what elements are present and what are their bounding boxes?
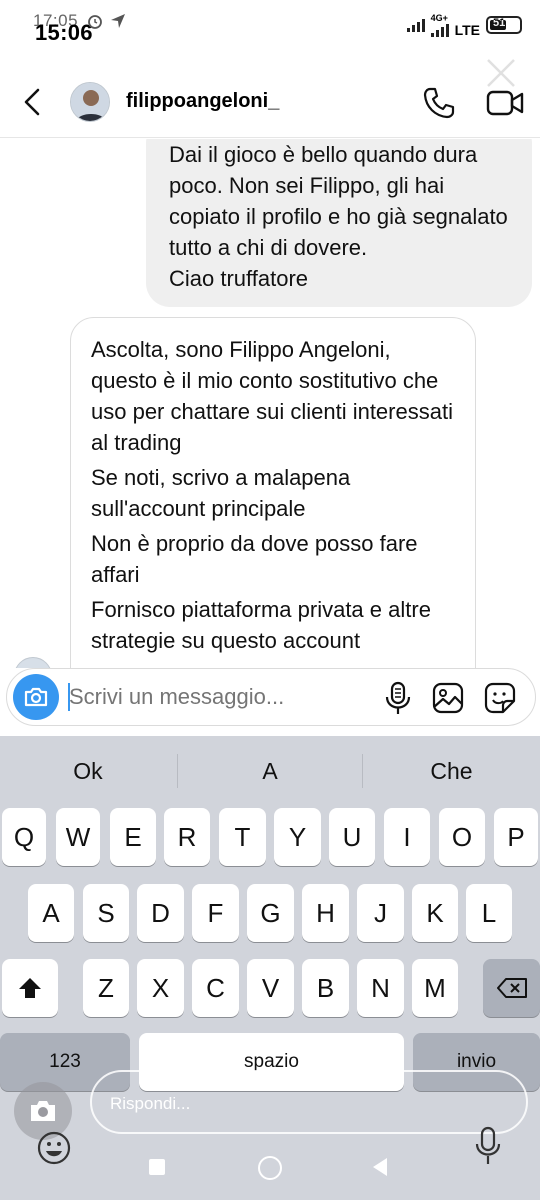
- key-m[interactable]: M: [412, 959, 458, 1017]
- shift-icon: [19, 978, 41, 998]
- system-nav-bar: [0, 1150, 540, 1186]
- chevron-left-icon: [24, 88, 40, 116]
- key-c[interactable]: C: [192, 959, 239, 1017]
- signal-icon: [406, 18, 425, 32]
- suggestion-ok[interactable]: Ok: [0, 736, 176, 806]
- key-g[interactable]: G: [247, 884, 294, 942]
- key-f[interactable]: F: [192, 884, 239, 942]
- chat-header: filippoangeloni_: [0, 68, 540, 138]
- camera-icon: [31, 1101, 55, 1121]
- back-button[interactable]: [14, 82, 50, 122]
- suggestion-a[interactable]: A: [178, 736, 362, 806]
- key-n[interactable]: N: [357, 959, 404, 1017]
- video-camera-icon[interactable]: [486, 88, 524, 118]
- key-p[interactable]: P: [494, 808, 538, 866]
- camera-icon: [24, 687, 48, 707]
- incoming-message: Ascolta, sono Filippo Angeloni, questo è…: [91, 337, 453, 455]
- incoming-message-bubble[interactable]: Ascolta, sono Filippo Angeloni, questo è…: [70, 317, 476, 668]
- outgoing-message: Dai il gioco è bello quando dura poco. N…: [169, 142, 508, 260]
- location-arrow-icon: [111, 14, 125, 28]
- key-o[interactable]: O: [439, 808, 485, 866]
- backspace-icon: [496, 978, 527, 998]
- incoming-message: Fornisco piattaforma privata e altre str…: [91, 597, 431, 653]
- key-x[interactable]: X: [137, 959, 184, 1017]
- gallery-icon[interactable]: [431, 681, 465, 715]
- outgoing-message-bubble[interactable]: Dai il gioco è bello quando dura poco. N…: [146, 139, 532, 307]
- lte-label: LTE: [454, 22, 480, 38]
- suggestion-bar: Ok A Che: [0, 736, 540, 806]
- key-t[interactable]: T: [219, 808, 266, 866]
- avatar[interactable]: [70, 82, 110, 122]
- key-z[interactable]: Z: [83, 959, 129, 1017]
- key-w[interactable]: W: [56, 808, 100, 866]
- microphone-icon[interactable]: [383, 681, 413, 715]
- key-i[interactable]: I: [384, 808, 430, 866]
- key-v[interactable]: V: [247, 959, 294, 1017]
- camera-button[interactable]: [13, 674, 59, 720]
- incoming-message: Se noti, scrivo a malapena sull'account …: [91, 465, 351, 521]
- incoming-message: Non è proprio da dove posso fare affari: [91, 531, 418, 587]
- back-triangle-icon[interactable]: [370, 1156, 390, 1178]
- phone-icon[interactable]: [422, 86, 456, 120]
- key-u[interactable]: U: [329, 808, 375, 866]
- key-j[interactable]: J: [357, 884, 404, 942]
- battery-icon: 51: [486, 16, 522, 34]
- profile-photo-icon: [71, 83, 109, 121]
- key-b[interactable]: B: [302, 959, 349, 1017]
- key-d[interactable]: D: [137, 884, 184, 942]
- key-y[interactable]: Y: [274, 808, 321, 866]
- signal-strength-icon: [430, 23, 449, 37]
- sender-avatar[interactable]: [14, 657, 52, 668]
- key-h[interactable]: H: [302, 884, 349, 942]
- message-input[interactable]: [69, 681, 369, 713]
- status-time: 15:06: [35, 20, 93, 45]
- status-bar: 17:05 15:06 4G+ LTE 51: [0, 0, 540, 50]
- network-label: 4G+: [430, 13, 448, 23]
- key-a[interactable]: A: [28, 884, 74, 942]
- home-icon[interactable]: [258, 1156, 282, 1180]
- key-q[interactable]: Q: [2, 808, 46, 866]
- key-s[interactable]: S: [83, 884, 129, 942]
- alarm-icon: [88, 15, 102, 29]
- suggestion-che[interactable]: Che: [363, 736, 540, 806]
- shift-key[interactable]: [2, 959, 58, 1017]
- status-icons-left: [86, 12, 126, 30]
- username[interactable]: filippoangeloni_: [126, 90, 279, 113]
- status-icons-right: 4G+ LTE 51: [406, 12, 522, 38]
- key-k[interactable]: K: [412, 884, 458, 942]
- battery-level: 51: [493, 17, 506, 29]
- outgoing-message: Ciao truffatore: [169, 266, 309, 291]
- message-composer: [6, 668, 536, 726]
- recent-apps-icon[interactable]: [149, 1159, 165, 1175]
- reply-placeholder: Rispondi...: [110, 1094, 191, 1113]
- sticker-icon[interactable]: [483, 681, 517, 715]
- key-e[interactable]: E: [110, 808, 156, 866]
- key-r[interactable]: R: [164, 808, 210, 866]
- message-thread[interactable]: Dai il gioco è bello quando dura poco. N…: [0, 139, 540, 668]
- backspace-key[interactable]: [483, 959, 540, 1017]
- key-l[interactable]: L: [466, 884, 512, 942]
